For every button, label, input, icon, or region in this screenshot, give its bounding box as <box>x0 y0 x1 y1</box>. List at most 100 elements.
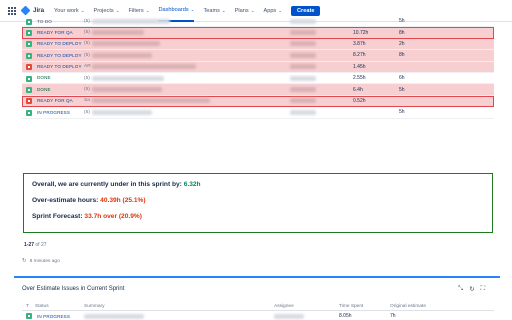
story-icon <box>26 87 32 94</box>
story-icon <box>26 313 32 319</box>
table-row[interactable]: READY FOR QA (5) 10.72h 8h <box>22 27 494 39</box>
time-spent-value: 8.05h <box>339 313 352 319</box>
redacted-assignee <box>290 75 316 81</box>
column-header-type[interactable]: T <box>26 304 29 309</box>
gadget-title: Over Estimate Issues in Current Sprint <box>22 286 125 292</box>
gadget-divider <box>14 276 500 278</box>
estimate-value: 7h <box>390 313 396 319</box>
story-icon <box>26 75 32 82</box>
table-row[interactable]: DONE (5) 6.4h 5h <box>22 84 494 96</box>
story-icon <box>26 52 32 59</box>
status-lozenge: TO DO <box>37 18 52 24</box>
redacted-summary <box>92 75 164 81</box>
fullscreen-icon[interactable]: ⛶ <box>481 285 486 293</box>
column-header-original-estimate[interactable]: Original estimate <box>390 304 426 309</box>
table-row[interactable]: READY TO DEPLOY AR 1.45h <box>22 61 494 73</box>
estimate-value: 5h <box>399 18 405 25</box>
issue-count: (5) <box>84 87 90 93</box>
table-row[interactable]: TO DO (5) 5h <box>22 16 494 28</box>
redacted-assignee <box>290 109 316 115</box>
redacted-assignee <box>290 52 316 58</box>
redacted-assignee <box>290 41 316 47</box>
time-spent-value: 6.4h <box>353 86 363 93</box>
bug-icon <box>26 98 32 105</box>
refresh-gadget-icon[interactable]: ↻ <box>469 285 474 293</box>
issues-table: TO DO (5) 5h READY FOR QA (5) 10.72h 8h READY T… <box>22 16 494 119</box>
time-spent-value: 2.55h <box>353 75 366 82</box>
estimate-value: 2h <box>399 40 405 47</box>
time-spent-value: 0.52h <box>353 97 366 104</box>
time-spent-value: 10.72h <box>353 29 369 36</box>
pagination-total: of 27 <box>35 242 47 248</box>
refresh-status[interactable]: ↻ 8 minutes ago <box>22 258 60 264</box>
status-lozenge: DONE <box>37 86 51 92</box>
chevron-down-icon: ⌄ <box>250 7 255 13</box>
nav-label: Teams <box>203 7 220 14</box>
redacted-summary <box>92 87 162 93</box>
estimate-value: 8h <box>399 29 405 36</box>
refresh-icon[interactable]: ↻ <box>22 258 27 264</box>
issue-count: (5) <box>84 18 90 24</box>
column-header-time-spent[interactable]: Time Spent <box>339 304 363 309</box>
pagination-range: 1-27 <box>24 242 35 248</box>
gadget-actions: ⤡ ↻ ⛶ <box>458 285 485 293</box>
redacted-summary <box>84 314 144 319</box>
redacted-summary <box>92 41 160 47</box>
redacted-assignee <box>290 64 316 70</box>
column-header-summary[interactable]: Summary <box>84 304 105 309</box>
chevron-down-icon: ⌄ <box>278 7 283 13</box>
table-row[interactable]: READY TO DEPLOY (5) 8.27h 8h <box>22 50 494 62</box>
app-switcher-icon[interactable] <box>8 6 16 15</box>
issue-count: (5) <box>84 30 90 36</box>
issue-count: Sa <box>84 98 90 104</box>
redacted-summary <box>92 64 196 70</box>
chevron-down-icon: ⌄ <box>145 7 150 13</box>
summary-under-line: Overall, we are currently under in this … <box>32 181 484 197</box>
status-lozenge: READY TO DEPLOY <box>37 52 82 58</box>
chevron-down-icon: ⌄ <box>115 7 120 13</box>
redacted-summary <box>92 98 210 104</box>
status-lozenge: READY FOR QA <box>37 98 73 104</box>
summary-label: Overall, we are currently under in this … <box>32 181 184 188</box>
story-icon <box>26 41 32 48</box>
table-row[interactable]: IN PROGRESS (5) 5h <box>22 107 494 119</box>
refresh-time: 8 minutes ago <box>29 258 60 264</box>
time-spent-value: 1.45h <box>353 63 366 70</box>
column-header-assignee[interactable]: Assignee <box>274 304 294 309</box>
summary-forecast-line: Sprint Forecast: 33.7h over (20.9%) <box>32 213 484 229</box>
jira-logo-icon <box>20 5 31 16</box>
redacted-assignee <box>290 18 316 24</box>
jira-logo[interactable]: Jira <box>20 5 45 16</box>
summary-over-estimate-line: Over-estimate hours: 40.39h (25.1%) <box>32 197 484 213</box>
status-lozenge: DONE <box>37 75 51 81</box>
status-lozenge: READY TO DEPLOY <box>37 64 82 70</box>
story-icon <box>26 18 32 25</box>
estimate-value: 8h <box>399 52 405 59</box>
create-button[interactable]: Create <box>291 5 321 16</box>
status-lozenge: READY TO DEPLOY <box>37 41 82 47</box>
table-row[interactable]: DONE (5) 2.55h 6h <box>22 73 494 85</box>
nav-label: Filters <box>128 7 144 14</box>
redacted-summary <box>92 52 152 58</box>
status-lozenge: IN PROGRESS <box>37 109 71 115</box>
logo-text: Jira <box>33 7 45 14</box>
issue-count: (5) <box>84 109 90 115</box>
minimize-icon[interactable]: ⤡ <box>458 285 463 293</box>
table-row[interactable]: IN PROGRESS 8.05h 7h <box>22 312 494 320</box>
chevron-down-icon: ⌄ <box>190 6 195 12</box>
redacted-summary <box>92 18 170 24</box>
nav-label: Plans <box>234 7 249 14</box>
column-header-status[interactable]: Status <box>35 304 49 309</box>
redacted-summary <box>92 30 144 36</box>
table-row[interactable]: READY FOR QA Sa 0.52h <box>22 95 494 108</box>
redacted-assignee <box>290 98 316 104</box>
summary-label: Over-estimate hours: <box>32 197 101 204</box>
issue-count: (5) <box>84 41 90 47</box>
nav-label: Apps <box>263 7 277 14</box>
redacted-assignee <box>290 30 316 36</box>
pagination: 1-27 of 27 <box>24 242 47 248</box>
chevron-down-icon: ⌄ <box>80 7 85 13</box>
table-row[interactable]: READY TO DEPLOY (5) 3.87h 2h <box>22 38 494 51</box>
story-icon <box>26 109 32 116</box>
issue-count: (5) <box>84 75 90 81</box>
